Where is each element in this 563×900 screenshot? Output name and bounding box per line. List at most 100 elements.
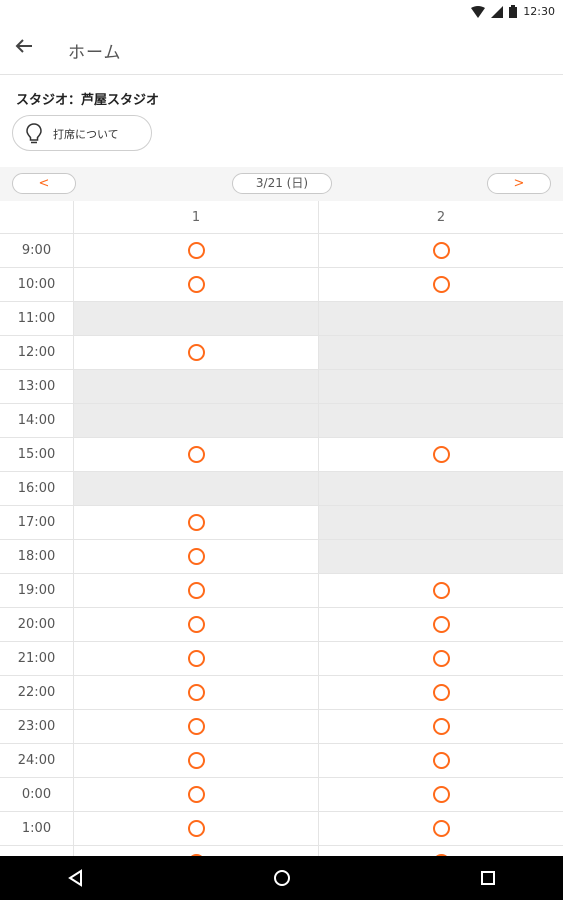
available-circle-icon (432, 684, 450, 701)
slot-unavailable (319, 506, 563, 539)
slot-unavailable (74, 404, 319, 437)
slot-available[interactable] (74, 778, 319, 811)
slot-available[interactable] (319, 744, 563, 777)
app-bar: ホーム (0, 26, 563, 75)
slot-available[interactable] (74, 744, 319, 777)
available-circle-icon (187, 548, 205, 565)
date-navigation: < 3/21 (日) > (0, 167, 563, 201)
slot-available[interactable] (319, 778, 563, 811)
column-header-row: 1 2 (0, 201, 563, 234)
slot-available[interactable] (74, 234, 319, 267)
slot-available[interactable] (74, 608, 319, 641)
schedule-row: 14:00 (0, 404, 563, 438)
schedule-row: 24:00 (0, 744, 563, 778)
slot-available[interactable] (74, 812, 319, 845)
slot-available[interactable] (74, 642, 319, 675)
slot-unavailable (319, 404, 563, 437)
slot-available[interactable] (319, 676, 563, 709)
schedule-row: 21:00 (0, 642, 563, 676)
available-circle-icon (187, 650, 205, 667)
available-circle-icon (187, 514, 205, 531)
available-circle-icon (432, 446, 450, 463)
slot-available[interactable] (74, 506, 319, 539)
back-triangle-icon (68, 869, 82, 887)
slot-unavailable (319, 336, 563, 369)
schedule-row: 17:00 (0, 506, 563, 540)
schedule-row: 13:00 (0, 370, 563, 404)
battery-icon (509, 5, 518, 18)
time-label: 14:00 (0, 404, 74, 437)
back-button[interactable] (14, 36, 40, 62)
available-circle-icon (432, 582, 450, 599)
time-header (0, 201, 74, 233)
available-circle-icon (187, 582, 205, 599)
available-circle-icon (187, 820, 205, 837)
time-label: 9:00 (0, 234, 74, 267)
time-label: 1:00 (0, 812, 74, 845)
prev-day-button[interactable]: < (12, 173, 76, 194)
slot-available[interactable] (319, 710, 563, 743)
slot-unavailable (74, 302, 319, 335)
available-circle-icon (432, 650, 450, 667)
time-label: 19:00 (0, 574, 74, 607)
slot-available[interactable] (74, 438, 319, 471)
available-circle-icon (432, 752, 450, 769)
arrow-left-icon (15, 39, 32, 53)
slot-available[interactable] (319, 268, 563, 301)
available-circle-icon (187, 718, 205, 735)
time-label: 11:00 (0, 302, 74, 335)
slot-available[interactable] (319, 234, 563, 267)
schedule-row: 0:00 (0, 778, 563, 812)
slot-available[interactable] (74, 710, 319, 743)
slot-available[interactable] (319, 642, 563, 675)
slot-available[interactable] (319, 438, 563, 471)
available-circle-icon (187, 786, 205, 803)
available-circle-icon (432, 786, 450, 803)
next-day-button[interactable]: > (487, 173, 551, 194)
time-label: 16:00 (0, 472, 74, 505)
slot-available[interactable] (74, 268, 319, 301)
time-label: 12:00 (0, 336, 74, 369)
about-seats-button[interactable]: 打席について (12, 115, 152, 151)
system-home-button[interactable] (272, 868, 292, 888)
slot-available[interactable] (319, 608, 563, 641)
available-circle-icon (432, 276, 450, 293)
slot-available[interactable] (74, 574, 319, 607)
recents-square-icon (481, 871, 495, 885)
slot-available[interactable] (319, 574, 563, 607)
slot-unavailable (319, 302, 563, 335)
time-label: 13:00 (0, 370, 74, 403)
slot-unavailable (74, 472, 319, 505)
schedule-row: 20:00 (0, 608, 563, 642)
time-label: 22:00 (0, 676, 74, 709)
slot-available[interactable] (74, 540, 319, 573)
slot-unavailable (319, 370, 563, 403)
about-seats-label: 打席について (53, 128, 119, 141)
available-circle-icon (187, 344, 205, 361)
home-circle-icon (274, 870, 290, 886)
page-title: ホーム (68, 43, 122, 63)
column-header-2: 2 (436, 210, 446, 225)
slot-available[interactable] (74, 676, 319, 709)
schedule-row: 18:00 (0, 540, 563, 574)
system-recents-button[interactable] (478, 868, 498, 888)
available-circle-icon (432, 718, 450, 735)
time-label: 21:00 (0, 642, 74, 675)
wifi-icon (471, 5, 486, 18)
system-back-button[interactable] (66, 868, 86, 888)
time-label: 23:00 (0, 710, 74, 743)
schedule-row: 15:00 (0, 438, 563, 472)
time-label: 0:00 (0, 778, 74, 811)
schedule-row: 22:00 (0, 676, 563, 710)
slot-available[interactable] (74, 336, 319, 369)
available-circle-icon (432, 616, 450, 633)
current-date[interactable]: 3/21 (日) (232, 173, 332, 194)
system-nav-bar (0, 856, 563, 900)
time-label: 15:00 (0, 438, 74, 471)
schedule-row: 9:00 (0, 234, 563, 268)
status-time: 12:30 (523, 5, 555, 18)
column-header-1: 1 (74, 201, 319, 233)
available-circle-icon (432, 820, 450, 837)
signal-icon (491, 5, 504, 18)
slot-available[interactable] (319, 812, 563, 845)
